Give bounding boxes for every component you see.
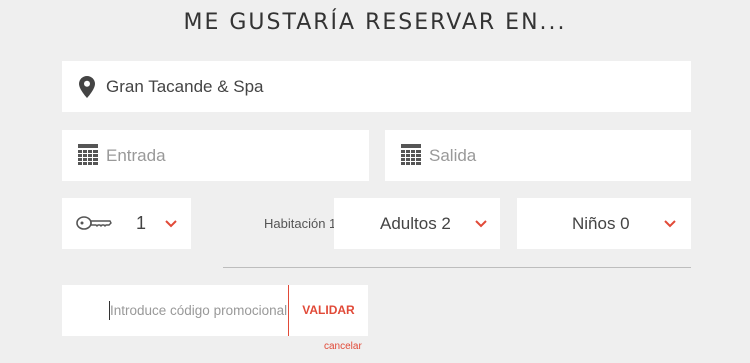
hotel-value: Gran Tacande & Spa	[106, 77, 264, 96]
promo-code-group: Introduce código promocional VALIDAR	[62, 285, 368, 336]
rooms-value: 1	[136, 213, 147, 233]
children-value: Niños 0	[572, 214, 630, 233]
chevron-down-icon	[475, 220, 487, 228]
divider	[223, 267, 691, 268]
calendar-icon	[78, 144, 98, 165]
checkin-placeholder: Entrada	[106, 146, 166, 165]
adults-value: Adultos 2	[380, 214, 451, 233]
promo-code-input[interactable]: Introduce código promocional	[110, 285, 287, 336]
adults-select[interactable]: Adultos 2	[334, 198, 500, 249]
children-select[interactable]: Niños 0	[517, 198, 691, 249]
hotel-field[interactable]: Gran Tacande & Spa	[62, 61, 691, 112]
location-pin-icon	[79, 76, 95, 98]
validate-button[interactable]: VALIDAR	[289, 285, 368, 336]
chevron-down-icon	[664, 220, 676, 228]
checkin-date-field[interactable]: Entrada	[62, 130, 369, 181]
room-label: Habitación 1	[264, 216, 337, 231]
rooms-select[interactable]: 1	[62, 198, 191, 249]
checkout-placeholder: Salida	[429, 146, 477, 165]
chevron-down-icon	[165, 220, 177, 228]
calendar-icon	[401, 144, 421, 165]
key-icon	[76, 216, 112, 230]
page-title: ME GUSTARÍA RESERVAR EN...	[183, 10, 567, 35]
cancel-link[interactable]: cancelar	[324, 341, 362, 352]
checkout-date-field[interactable]: Salida	[385, 130, 691, 181]
